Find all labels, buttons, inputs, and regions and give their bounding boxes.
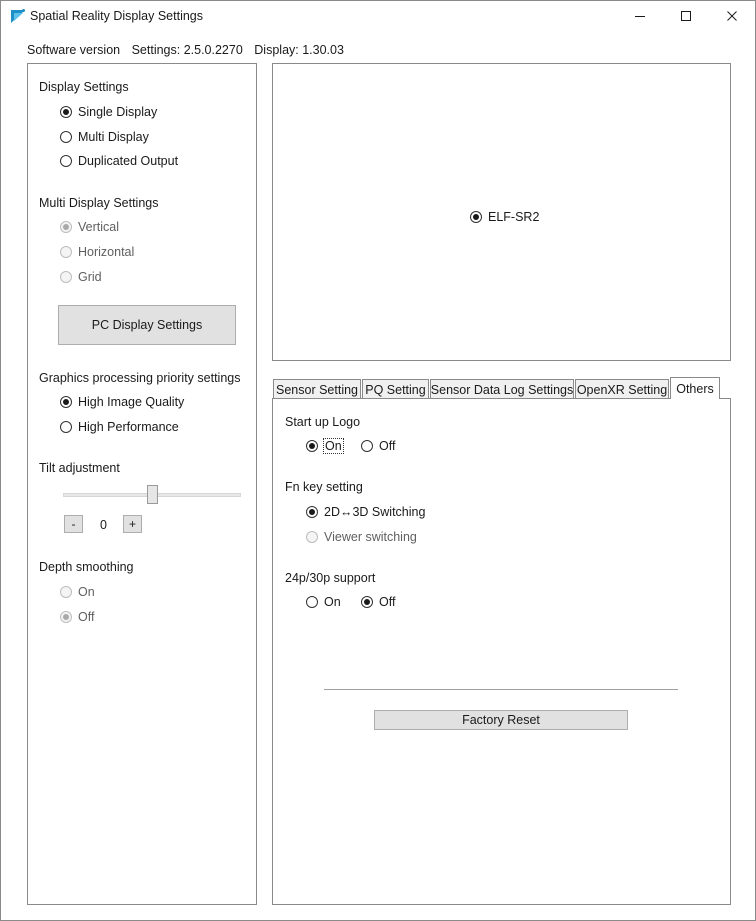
close-button[interactable] (709, 1, 755, 31)
radio-multi-display[interactable]: Multi Display (60, 130, 149, 144)
radio-circle (306, 440, 318, 452)
radio-startup-logo-on[interactable]: On (306, 438, 344, 454)
radio-label: Horizontal (78, 245, 135, 259)
radio-circle (60, 131, 72, 143)
title-bar[interactable]: Spatial Reality Display Settings (1, 1, 755, 33)
display-settings-heading: Display Settings (39, 80, 129, 94)
radio-label: On (78, 585, 95, 599)
multi-display-heading: Multi Display Settings (39, 196, 159, 210)
tilt-increase-button[interactable]: + (123, 515, 142, 533)
radio-duplicated-output[interactable]: Duplicated Output (60, 154, 178, 168)
radio-grid[interactable]: Grid (60, 270, 102, 284)
support-24p30p-heading: 24p/30p support (285, 571, 376, 585)
radio-2d-3d-switching[interactable]: 2D↔3D Switching (306, 505, 425, 519)
tab-sensor-setting[interactable]: Sensor Setting (273, 379, 361, 399)
radio-circle (60, 396, 72, 408)
radio-label: Off (379, 595, 396, 609)
radio-circle (306, 531, 318, 543)
radio-label: Off (78, 610, 95, 624)
radio-depth-off[interactable]: Off (60, 610, 94, 624)
radio-single-display[interactable]: Single Display (60, 105, 157, 119)
startup-logo-heading: Start up Logo (285, 415, 361, 429)
tab-sensor-data-log[interactable]: Sensor Data Log Settings (430, 379, 574, 399)
radio-circle (361, 596, 373, 608)
radio-depth-on[interactable]: On (60, 585, 95, 599)
tab-openxr-setting[interactable]: OpenXR Setting (575, 379, 669, 399)
minimize-icon (635, 16, 645, 17)
radio-high-performance[interactable]: High Performance (60, 420, 179, 434)
radio-label: On (323, 438, 344, 454)
version-info: Software version Settings: 2.5.0.2270 Di… (27, 43, 352, 57)
radio-label: ELF-SR2 (488, 210, 540, 224)
tilt-decrease-button[interactable]: - (64, 515, 83, 533)
radio-label: High Performance (78, 420, 179, 434)
factory-reset-button[interactable]: Factory Reset (374, 710, 628, 730)
radio-label: Multi Display (78, 130, 149, 144)
radio-label: Off (379, 439, 396, 453)
app-logo-icon (11, 9, 25, 23)
window-title: Spatial Reality Display Settings (30, 9, 203, 23)
radio-circle (306, 596, 318, 608)
display-preview-panel: ELF-SR2 (272, 63, 731, 361)
app-window: Spatial Reality Display Settings Softwar… (0, 0, 756, 921)
radio-circle (60, 221, 72, 233)
radio-horizontal[interactable]: Horizontal (60, 245, 134, 259)
radio-viewer-switching[interactable]: Viewer switching (306, 530, 417, 544)
radio-circle (60, 421, 72, 433)
graphics-priority-heading: Graphics processing priority settings (39, 371, 241, 385)
version-label: Software version (27, 43, 121, 57)
tilt-slider-thumb[interactable] (147, 485, 158, 504)
radio-device-elf-sr2[interactable]: ELF-SR2 (470, 210, 539, 224)
radio-24p30p-on[interactable]: On (306, 595, 341, 609)
radio-circle (60, 611, 72, 623)
others-tab-panel: Start up Logo On Off Fn key setting 2D↔3… (272, 398, 731, 905)
minimize-button[interactable] (617, 1, 663, 31)
left-settings-panel: Display Settings Single Display Multi Di… (27, 63, 257, 905)
radio-label: Grid (78, 270, 102, 284)
depth-smoothing-heading: Depth smoothing (39, 560, 134, 574)
section-divider (324, 689, 678, 690)
radio-circle (306, 506, 318, 518)
radio-label: High Image Quality (78, 395, 185, 409)
fn-key-heading: Fn key setting (285, 480, 363, 494)
display-version: Display: 1.30.03 (254, 43, 344, 57)
radio-circle (60, 246, 72, 258)
close-icon (727, 11, 737, 21)
tab-pq-setting[interactable]: PQ Setting (362, 379, 429, 399)
maximize-button[interactable] (663, 1, 709, 31)
radio-label: Duplicated Output (78, 154, 179, 168)
radio-circle (60, 106, 72, 118)
radio-24p30p-off[interactable]: Off (361, 595, 395, 609)
radio-label: On (324, 595, 341, 609)
tab-others[interactable]: Others (670, 377, 720, 399)
radio-circle (470, 211, 482, 223)
tilt-adjustment-heading: Tilt adjustment (39, 461, 120, 475)
radio-circle (60, 155, 72, 167)
radio-circle (60, 586, 72, 598)
tilt-value: 0 (100, 518, 107, 532)
settings-version: Settings: 2.5.0.2270 (131, 43, 243, 57)
maximize-icon (681, 11, 691, 21)
radio-label: Single Display (78, 105, 158, 119)
radio-label: 2D↔3D Switching (324, 505, 426, 519)
pc-display-settings-button[interactable]: PC Display Settings (58, 305, 236, 345)
radio-circle (361, 440, 373, 452)
radio-vertical[interactable]: Vertical (60, 220, 119, 234)
radio-startup-logo-off[interactable]: Off (361, 439, 395, 453)
radio-high-image-quality[interactable]: High Image Quality (60, 395, 184, 409)
radio-label: Viewer switching (324, 530, 417, 544)
radio-circle (60, 271, 72, 283)
radio-label: Vertical (78, 220, 119, 234)
